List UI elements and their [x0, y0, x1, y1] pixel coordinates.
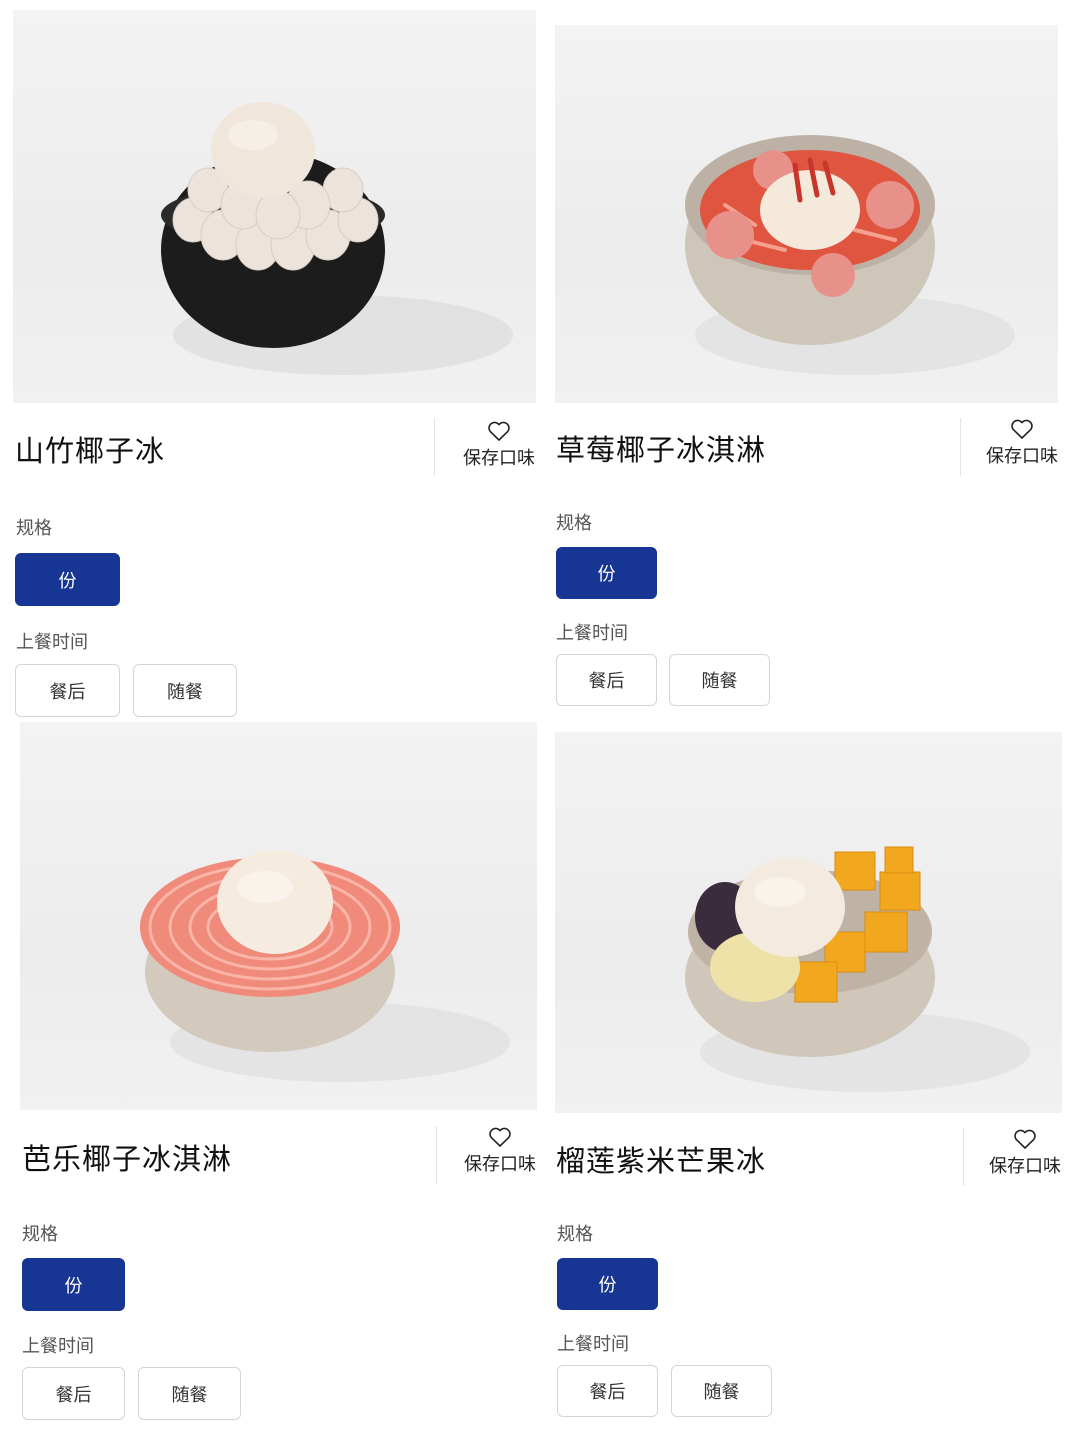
spec-label: 规格	[556, 513, 592, 534]
spec-label: 规格	[22, 1224, 58, 1245]
durian-purple-rice-mango-ice-photo	[685, 846, 1030, 1092]
serving-time-with-meal[interactable]: 随餐	[133, 664, 237, 717]
serving-time-label: 上餐时间	[557, 1334, 629, 1355]
serving-time-label: 上餐时间	[22, 1336, 94, 1357]
serving-time-with-meal[interactable]: 随餐	[671, 1365, 772, 1417]
serving-time-after-meal[interactable]: 餐后	[15, 664, 120, 717]
heart-icon	[488, 421, 510, 441]
divider	[434, 418, 435, 476]
spec-option-portion[interactable]: 份	[22, 1258, 125, 1311]
serving-time-label: 上餐时间	[16, 632, 88, 653]
serving-time-with-meal[interactable]: 随餐	[669, 654, 770, 706]
product-card: 草莓椰子冰淇淋 保存口味 规格 份 上餐时间 餐后 随餐	[540, 0, 1080, 720]
save-flavor-label: 保存口味	[463, 448, 535, 469]
product-image	[13, 10, 536, 403]
heart-icon	[1014, 1129, 1036, 1149]
product-image	[555, 25, 1058, 403]
divider	[963, 1128, 964, 1186]
spec-option-portion[interactable]: 份	[557, 1258, 658, 1310]
heart-icon	[1011, 419, 1033, 439]
save-flavor-label: 保存口味	[464, 1154, 536, 1175]
divider	[436, 1126, 437, 1184]
product-image	[20, 722, 537, 1110]
save-flavor-button[interactable]: 保存口味	[455, 1126, 545, 1186]
spec-label: 规格	[16, 518, 52, 539]
spec-option-portion[interactable]: 份	[556, 547, 657, 599]
divider	[960, 418, 961, 476]
product-title: 山竹椰子冰	[15, 434, 166, 468]
spec-label: 规格	[557, 1224, 593, 1245]
mangosteen-coconut-ice-photo	[161, 102, 513, 375]
serving-time-with-meal[interactable]: 随餐	[138, 1367, 241, 1420]
heart-icon	[489, 1127, 511, 1147]
product-title: 榴莲紫米芒果冰	[556, 1144, 767, 1178]
product-card: 芭乐椰子冰淇淋 保存口味 规格 份 上餐时间 餐后 随餐	[0, 720, 540, 1440]
serving-time-after-meal[interactable]: 餐后	[22, 1367, 125, 1420]
save-flavor-label: 保存口味	[989, 1156, 1061, 1177]
guava-coconut-ice-cream-photo	[140, 850, 510, 1082]
product-title: 芭乐椰子冰淇淋	[22, 1142, 233, 1176]
product-card: 山竹椰子冰 保存口味 规格 份 上餐时间 餐后 随餐	[0, 0, 540, 720]
serving-time-label: 上餐时间	[556, 623, 628, 644]
spec-option-portion[interactable]: 份	[15, 553, 120, 606]
serving-time-after-meal[interactable]: 餐后	[556, 654, 657, 706]
save-flavor-label: 保存口味	[986, 446, 1058, 467]
product-card: 榴莲紫米芒果冰 保存口味 规格 份 上餐时间 餐后 随餐	[540, 720, 1080, 1440]
product-title: 草莓椰子冰淇淋	[556, 433, 767, 467]
save-flavor-button[interactable]: 保存口味	[980, 1128, 1070, 1188]
save-flavor-button[interactable]: 保存口味	[454, 420, 544, 480]
serving-time-after-meal[interactable]: 餐后	[557, 1365, 658, 1417]
product-image	[555, 732, 1062, 1113]
strawberry-coconut-ice-cream-photo	[685, 135, 1015, 375]
save-flavor-button[interactable]: 保存口味	[977, 418, 1067, 478]
